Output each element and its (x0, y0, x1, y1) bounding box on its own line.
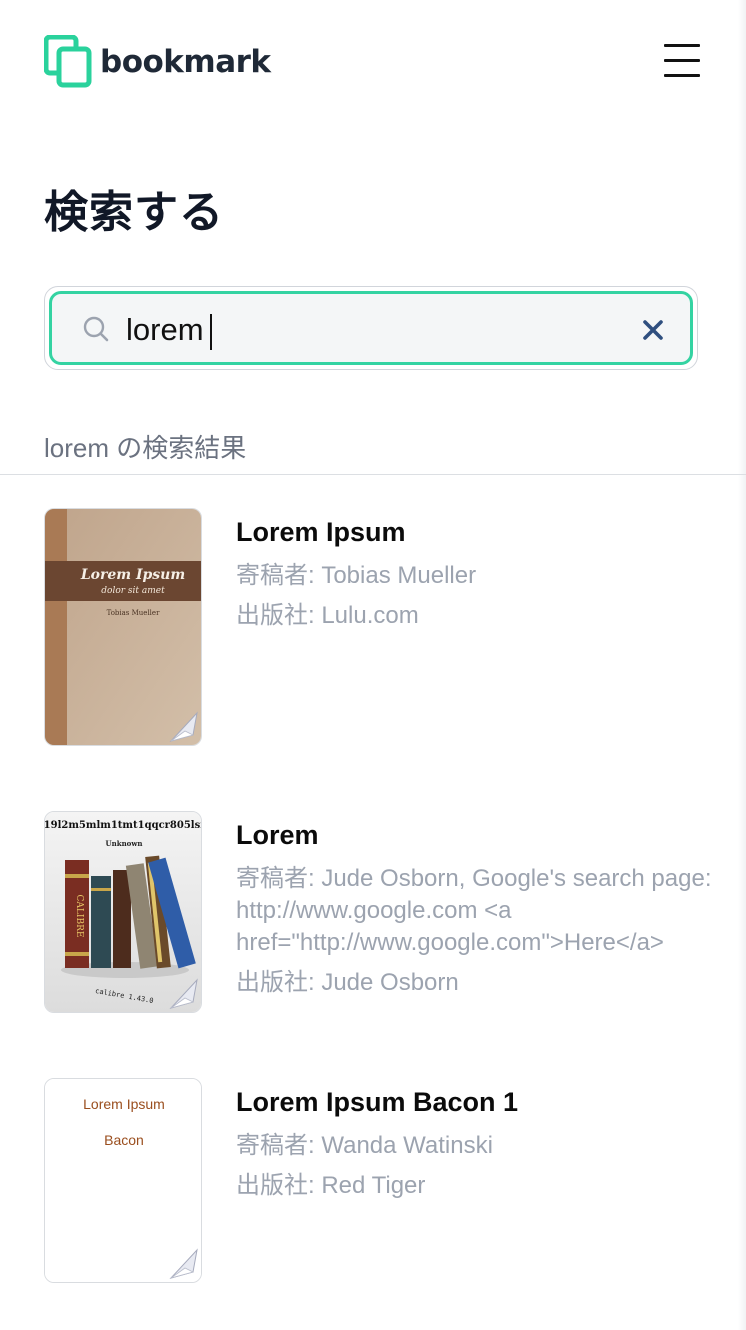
results-heading: lorem の検索結果 (44, 433, 247, 463)
logo[interactable]: bookmark (44, 34, 271, 90)
search-result-item[interactable]: Lorem Ipsum dolor sit amet Tobias Muelle… (44, 508, 724, 748)
search-input[interactable] (126, 306, 606, 354)
page-curl-icon (169, 1248, 198, 1279)
search-icon (83, 316, 109, 342)
book-publisher: 出版社: Jude Osborn (236, 969, 459, 997)
cover-author: Unknown (106, 839, 143, 848)
cover-title: p19l2m5mlm1tmt1qqcr805lsin (45, 820, 202, 831)
page-curl-icon (169, 711, 198, 742)
search-field (44, 286, 698, 370)
cover-subtitle: dolor sit amet (101, 586, 165, 596)
divider (0, 474, 746, 475)
book-publisher: 出版社: Red Tiger (236, 1172, 426, 1200)
book-title[interactable]: Lorem (236, 819, 716, 851)
bookmark-logo-icon (44, 35, 92, 88)
site-header: bookmark (44, 34, 702, 90)
book-cover[interactable]: Lorem Ipsum dolor sit amet Tobias Muelle… (44, 508, 202, 746)
search-box[interactable] (49, 291, 693, 365)
hamburger-menu-icon[interactable] (664, 44, 700, 78)
cover-title: Lorem Ipsum (80, 567, 185, 583)
book-authors: 寄稿者: Tobias Mueller (236, 562, 477, 590)
clear-search-icon[interactable] (642, 319, 664, 341)
book-publisher: 出版社: Lulu.com (236, 602, 419, 630)
book-authors: 寄稿者: Jude Osborn, Google's search page: … (236, 865, 712, 957)
book-title[interactable]: Lorem Ipsum (236, 516, 716, 548)
text-cursor (210, 314, 212, 350)
cover-title: Lorem Ipsum (83, 1096, 165, 1112)
cover-subtitle: Bacon (104, 1132, 144, 1148)
scrollbar-track (738, 0, 746, 1330)
search-result-item[interactable]: Lorem Ipsum Bacon Lorem Ipsum Bacon 1 寄稿… (44, 1078, 724, 1284)
book-authors: 寄稿者: Wanda Watinski (236, 1132, 493, 1160)
spine-text: CALIBRE (74, 895, 84, 938)
book-cover[interactable]: Lorem Ipsum Bacon (44, 1078, 202, 1283)
brand-name: bookmark (100, 43, 271, 80)
book-title[interactable]: Lorem Ipsum Bacon 1 (236, 1086, 716, 1118)
search-result-item[interactable]: p19l2m5mlm1tmt1qqcr805lsin Unknown CALIB… (44, 811, 724, 1015)
cover-author: Tobias Mueller (107, 609, 160, 617)
book-cover[interactable]: p19l2m5mlm1tmt1qqcr805lsin Unknown CALIB… (44, 811, 202, 1013)
page-title: 検索する (44, 187, 224, 238)
page-curl-icon (169, 978, 198, 1009)
